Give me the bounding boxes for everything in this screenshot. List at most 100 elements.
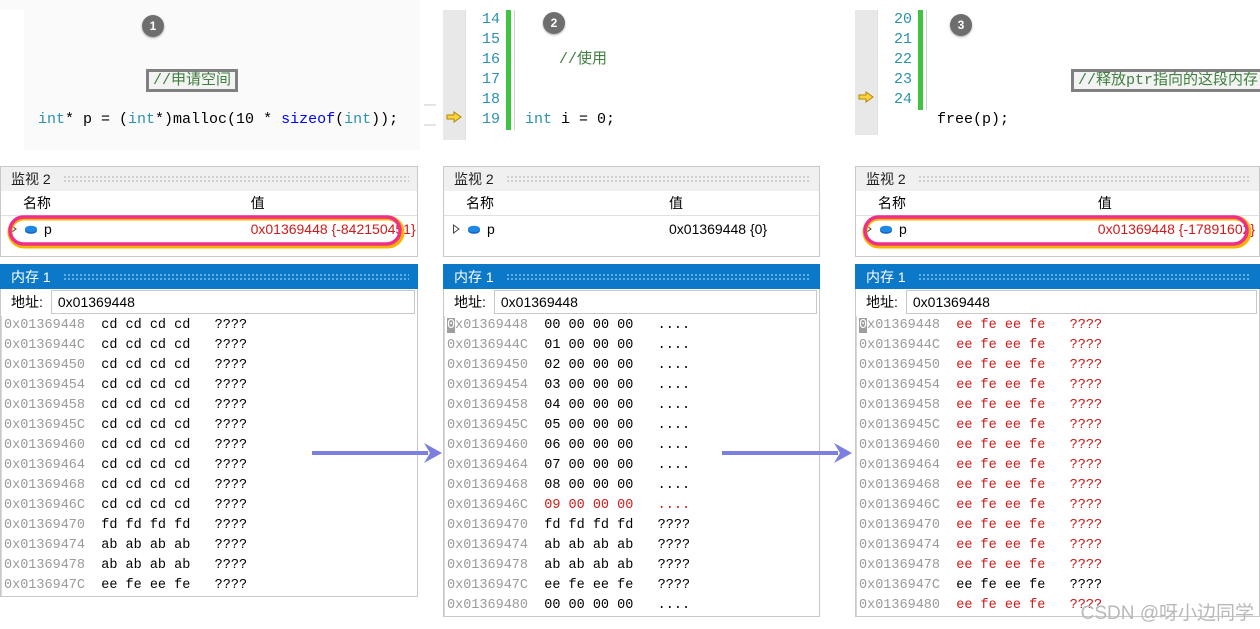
memory-row[interactable]: 0x01369448 ee fe ee fe ???? [859, 316, 1259, 336]
watch-row-name-cell[interactable]: p [444, 221, 669, 237]
code-editor-1[interactable]: //申请空间 int* p = (int*)malloc(10 * sizeof… [0, 0, 420, 150]
memory-row[interactable]: 0x01369474 ab ab ab ab ???? [4, 536, 417, 556]
memory-row-ascii: ???? [1045, 338, 1103, 353]
memory-row-ascii: ???? [190, 398, 248, 413]
memory-row[interactable]: 0x01369468 cd cd cd cd ???? [4, 476, 417, 496]
watch-caption-2[interactable]: 监视 2 [443, 166, 820, 191]
expander-triangle-icon[interactable] [9, 224, 18, 234]
expander-triangle-icon[interactable] [452, 224, 461, 234]
memory-row[interactable]: 0x0136945C 05 00 00 00 .... [447, 416, 819, 436]
memory-row-hex: ee fe ee fe [528, 578, 634, 593]
memory-row-hex: 07 00 00 00 [528, 458, 634, 473]
execution-pointer-icon [858, 90, 874, 108]
memory-row[interactable]: 0x01369458 04 00 00 00 .... [447, 396, 819, 416]
expander-triangle-icon[interactable] [864, 224, 873, 234]
memory-row[interactable]: 0x01369454 ee fe ee fe ???? [859, 376, 1259, 396]
memory-row[interactable]: 0x01369470 fd fd fd fd ???? [4, 516, 417, 536]
editor-margin-3[interactable] [855, 10, 878, 135]
memory-row-address: 0x01369478 [4, 558, 86, 573]
memory-row[interactable]: 0x01369480 00 00 00 00 .... [447, 596, 819, 616]
memory-row[interactable]: 0x01369454 03 00 00 00 .... [447, 376, 819, 396]
memory-row[interactable]: 0x01369454 cd cd cd cd ???? [4, 376, 417, 396]
memory-row[interactable]: 0x01369474 ee fe ee fe ???? [859, 536, 1259, 556]
memory-row[interactable]: 0x0136947C ee fe ee fe ???? [447, 576, 819, 596]
memory-row[interactable]: 0x01369464 cd cd cd cd ???? [4, 456, 417, 476]
memory-row[interactable]: 0x0136944C cd cd cd cd ???? [4, 336, 417, 356]
watch-row[interactable]: p 0x01369448 {-17891602} [856, 216, 1259, 242]
editor-margin-2[interactable] [443, 10, 466, 140]
code-line: free(p); [937, 111, 1010, 128]
watch-row-name-cell[interactable]: p [856, 221, 1098, 237]
memory-row-hex: cd cd cd cd [85, 378, 191, 393]
memory-rows-3[interactable]: 0x01369448 ee fe ee fe ???? 0x0136944C ee… [856, 316, 1259, 616]
memory-row-ascii: .... [633, 478, 691, 493]
watch-caption-1[interactable]: 监视 2 [0, 166, 418, 191]
memory-row[interactable]: 0x01369470 fd fd fd fd ???? [447, 516, 819, 536]
memory-row[interactable]: 0x01369458 ee fe ee fe ???? [859, 396, 1259, 416]
code-editor-2[interactable]: 141516 171819 //使用 int i = 0; for (i = 0… [443, 0, 820, 143]
memory-row[interactable]: 0x01369460 cd cd cd cd ???? [4, 436, 417, 456]
watch-row[interactable]: p 0x01369448 {0} [444, 216, 819, 242]
watch-variable-value: 0x01369448 {0} [669, 221, 768, 237]
memory-caption-2[interactable]: 内存 1 [443, 264, 820, 289]
memory-row[interactable]: 0x01369464 07 00 00 00 .... [447, 456, 819, 476]
memory-caption-3[interactable]: 内存 1 [855, 264, 1260, 289]
memory-row[interactable]: 0x0136946C 09 00 00 00 .... [447, 496, 819, 516]
memory-row-ascii: ???? [190, 438, 248, 453]
memory-row[interactable]: 0x01369470 ee fe ee fe ???? [859, 516, 1259, 536]
memory-row[interactable]: 0x01369468 08 00 00 00 .... [447, 476, 819, 496]
memory-row-address: 0x01369480 [859, 598, 941, 613]
address-label: 地址: [454, 294, 486, 310]
memory-row[interactable]: 0x01369448 00 00 00 00 .... [447, 316, 819, 336]
memory-rows-1[interactable]: 0x01369448 cd cd cd cd ???? 0x0136944C cd… [1, 316, 417, 596]
memory-row[interactable]: 0x01369448 cd cd cd cd ???? [4, 316, 417, 336]
memory-row[interactable]: 0x0136947C ee fe ee fe ???? [4, 576, 417, 596]
memory-row-ascii: ???? [633, 578, 691, 593]
memory-row-ascii: ???? [1045, 558, 1103, 573]
memory-row[interactable]: 0x01369464 ee fe ee fe ???? [859, 456, 1259, 476]
memory-row-ascii: ???? [1045, 358, 1103, 373]
memory-row[interactable]: 0x01369478 ab ab ab ab ???? [4, 556, 417, 576]
address-label: 地址: [11, 294, 43, 310]
memory-row[interactable]: 0x01369478 ee fe ee fe ???? [859, 556, 1259, 576]
watch-row-name-cell[interactable]: p [1, 221, 251, 237]
memory-row-address: 0x01369464 [859, 458, 941, 473]
memory-row[interactable]: 0x0136944C ee fe ee fe ???? [859, 336, 1259, 356]
memory-row[interactable]: 0x0136945C cd cd cd cd ???? [4, 416, 417, 436]
memory-row[interactable]: 0x01369474 ab ab ab ab ???? [447, 536, 819, 556]
code-editor-3[interactable]: 202122 2324 //释放ptr指向的这段内存 free(p); //p … [855, 0, 1260, 143]
memory-row-address: 0x0136944C [447, 338, 529, 353]
code-text-1[interactable]: //申请空间 int* p = (int*)malloc(10 * sizeof… [24, 10, 420, 150]
address-input[interactable]: 0x01369448 [905, 290, 1257, 314]
memory-row[interactable]: 0x01369450 cd cd cd cd ???? [4, 356, 417, 376]
watch-row[interactable]: p 0x01369448 {-842150451} [1, 216, 417, 242]
memory-row[interactable]: 0x01369460 ee fe ee fe ???? [859, 436, 1259, 456]
memory-rows-2[interactable]: 0x01369448 00 00 00 00 .... 0x0136944C 01… [444, 316, 819, 616]
memory-row[interactable]: 0x0136944C 01 00 00 00 .... [447, 336, 819, 356]
memory-row-ascii: ???? [190, 318, 248, 333]
memory-row-hex: cd cd cd cd [85, 478, 191, 493]
memory-row[interactable]: 0x01369460 06 00 00 00 .... [447, 436, 819, 456]
memory-row-hex: cd cd cd cd [85, 498, 191, 513]
memory-row[interactable]: 0x0136946C cd cd cd cd ???? [4, 496, 417, 516]
memory-row[interactable]: 0x0136945C ee fe ee fe ???? [859, 416, 1259, 436]
address-input[interactable]: 0x01369448 [493, 290, 817, 314]
memory-row[interactable]: 0x0136946C ee fe ee fe ???? [859, 496, 1259, 516]
memory-row-ascii: ???? [190, 338, 248, 353]
watch-window-1: 监视 2 名称 值 p 0x01369448 {-842150451} [0, 166, 418, 257]
code-text-3[interactable]: //释放ptr指向的这段内存 free(p); //p = NULL;//是否有… [927, 10, 1260, 143]
memory-row[interactable]: 0x01369468 ee fe ee fe ???? [859, 476, 1259, 496]
memory-row[interactable]: 0x0136947C ee fe ee fe ???? [859, 576, 1259, 596]
memory-row-ascii: ???? [1045, 458, 1103, 473]
memory-row[interactable]: 0x01369450 02 00 00 00 .... [447, 356, 819, 376]
memory-row-hex: ee fe ee fe [85, 578, 191, 593]
memory-row[interactable]: 0x01369458 cd cd cd cd ???? [4, 396, 417, 416]
address-input[interactable]: 0x01369448 [50, 290, 415, 314]
memory-caption-1[interactable]: 内存 1 [0, 264, 418, 289]
memory-row[interactable]: 0x01369478 ab ab ab ab ???? [447, 556, 819, 576]
memory-row[interactable]: 0x01369450 ee fe ee fe ???? [859, 356, 1259, 376]
watch-caption-3[interactable]: 监视 2 [855, 166, 1260, 191]
watch-variable-name: p [44, 221, 52, 237]
memory-row-address: 0x01369468 [4, 478, 86, 493]
memory-row-address: 0x01369450 [447, 358, 529, 373]
